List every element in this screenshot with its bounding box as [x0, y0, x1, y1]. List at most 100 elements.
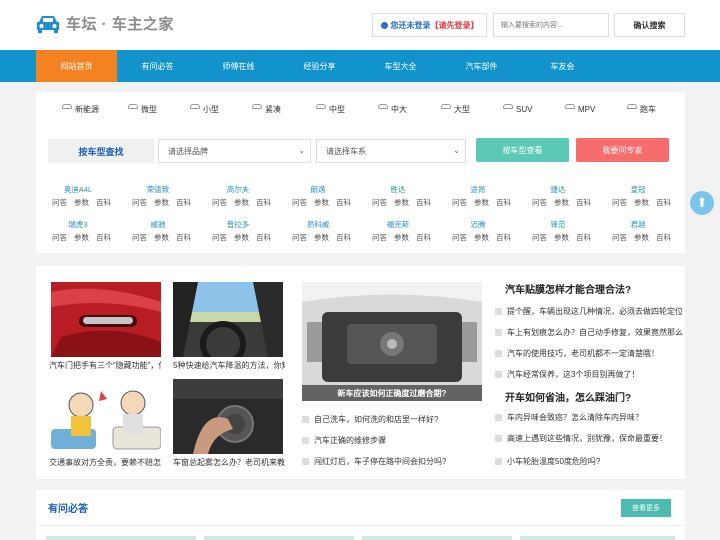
list-item-link[interactable]: 闯红灯后，车子停在路中间会扣分吗?: [314, 456, 446, 467]
brand-wiki-link[interactable]: 百科: [176, 197, 191, 208]
query-by-model-button[interactable]: 按车型查看: [476, 138, 569, 162]
brand-params-link[interactable]: 参数: [394, 197, 409, 208]
type-small[interactable]: 小型: [190, 98, 219, 120]
brand-qa-link[interactable]: 问答: [452, 232, 467, 243]
article-thumbnail[interactable]: [51, 379, 161, 454]
brand-qa-link[interactable]: 问答: [612, 232, 627, 243]
search-button[interactable]: 确认搜索: [614, 13, 685, 37]
list-item[interactable]: 高速上遇到这些情况，别犹豫，保命最重要！: [495, 433, 667, 444]
brand-qa-link[interactable]: 问答: [532, 232, 547, 243]
brand-wiki-link[interactable]: 百科: [96, 197, 111, 208]
article-title-link[interactable]: 交通事故对方全责，要赖不赔怎么办: [49, 457, 161, 468]
site-logo[interactable]: 车坛 · 车主之家: [36, 13, 174, 34]
brand-params-link[interactable]: 参数: [474, 232, 489, 243]
brand-wiki-link[interactable]: 百科: [496, 197, 511, 208]
list-item-link[interactable]: 小车轮胎温度50度危险吗?: [507, 456, 600, 467]
article-thumbnail[interactable]: [173, 282, 283, 357]
brand-name-link[interactable]: 昂科威: [288, 219, 348, 230]
brand-qa-link[interactable]: 问答: [452, 197, 467, 208]
list-item-link[interactable]: 提个醒，车辆出现这几种情况，必须去做四轮定位: [507, 306, 683, 317]
brand-wiki-link[interactable]: 百科: [336, 197, 351, 208]
nav-experience[interactable]: 经验分享: [279, 50, 360, 82]
type-mpv[interactable]: MPV: [565, 98, 595, 120]
brand-wiki-link[interactable]: 百科: [336, 232, 351, 243]
brand-wiki-link[interactable]: 百科: [416, 197, 431, 208]
list-item[interactable]: 闯红灯后，车子停在路中间会扣分吗?: [302, 456, 446, 467]
list-item-link[interactable]: 汽车经常保养，这3个项目别再做了！: [507, 369, 639, 380]
brand-qa-link[interactable]: 问答: [532, 197, 547, 208]
qa-card[interactable]: [204, 536, 354, 540]
list-item[interactable]: 小车轮胎温度50度危险吗?: [495, 456, 600, 467]
nav-qa[interactable]: 有问必答: [117, 50, 198, 82]
qa-card[interactable]: [46, 536, 196, 540]
nav-club[interactable]: 车友会: [522, 50, 603, 82]
brand-name-link[interactable]: 朗逸: [288, 184, 348, 195]
login-link[interactable]: 【请先登录】: [431, 20, 479, 31]
article-thumbnail[interactable]: [51, 282, 161, 357]
brand-params-link[interactable]: 参数: [634, 232, 649, 243]
brand-params-link[interactable]: 参数: [154, 232, 169, 243]
list-item[interactable]: 汽车正确的维修步骤: [302, 435, 386, 446]
nav-home[interactable]: 网站首页: [36, 50, 117, 82]
list-item[interactable]: 汽车经常保养，这3个项目别再做了！: [495, 369, 639, 380]
type-mid-large[interactable]: 中大: [378, 98, 407, 120]
article-title-link[interactable]: 5种快速给汽车降温的方法，你知道几种: [173, 360, 285, 371]
brand-name-link[interactable]: 迈腾: [448, 219, 508, 230]
brand-select[interactable]: 请选择品牌 ⌄: [158, 139, 311, 163]
brand-wiki-link[interactable]: 百科: [416, 232, 431, 243]
type-mid[interactable]: 中型: [316, 98, 345, 120]
login-box[interactable]: 您还未登录 【请先登录】: [372, 13, 487, 37]
section-title[interactable]: 开车如何省油，怎么踩油门?: [505, 389, 631, 404]
brand-wiki-link[interactable]: 百科: [496, 232, 511, 243]
brand-params-link[interactable]: 参数: [634, 197, 649, 208]
qa-card[interactable]: [362, 536, 512, 540]
brand-params-link[interactable]: 参数: [554, 197, 569, 208]
nav-masters[interactable]: 师傅在线: [198, 50, 279, 82]
list-item[interactable]: 车上有划痕怎么办？自己动手修复，效果竟然那么: [495, 327, 683, 338]
brand-params-link[interactable]: 参数: [74, 232, 89, 243]
brand-params-link[interactable]: 参数: [234, 197, 249, 208]
featured-article-caption[interactable]: 新车应该如何正确度过磨合期?: [302, 385, 482, 401]
brand-qa-link[interactable]: 问答: [292, 197, 307, 208]
type-large[interactable]: 大型: [441, 98, 470, 120]
featured-article-image[interactable]: [302, 282, 482, 401]
brand-qa-link[interactable]: 问答: [372, 232, 387, 243]
brand-wiki-link[interactable]: 百科: [256, 232, 271, 243]
brand-name-link[interactable]: 胜达: [368, 184, 428, 195]
qa-card[interactable]: [520, 536, 675, 540]
brand-name-link[interactable]: 君越: [608, 219, 668, 230]
brand-params-link[interactable]: 参数: [74, 197, 89, 208]
view-more-button[interactable]: 查看更多: [621, 499, 671, 517]
brand-qa-link[interactable]: 问答: [212, 197, 227, 208]
brand-params-link[interactable]: 参数: [554, 232, 569, 243]
list-item-link[interactable]: 车上有划痕怎么办？自己动手修复，效果竟然那么: [507, 327, 683, 338]
brand-wiki-link[interactable]: 百科: [576, 232, 591, 243]
list-item-link[interactable]: 汽车的使用技巧，老司机都不一定清楚哦！: [507, 348, 659, 359]
type-compact[interactable]: 紧凑: [252, 98, 281, 120]
brand-params-link[interactable]: 参数: [474, 197, 489, 208]
brand-wiki-link[interactable]: 百科: [656, 197, 671, 208]
brand-name-link[interactable]: 途昂: [448, 184, 508, 195]
brand-name-link[interactable]: 荣德致: [128, 184, 188, 195]
type-suv[interactable]: SUV: [503, 98, 532, 120]
section-title[interactable]: 汽车贴膜怎样才能合理合法?: [505, 281, 631, 296]
nav-models[interactable]: 车型大全: [360, 50, 441, 82]
brand-qa-link[interactable]: 问答: [212, 232, 227, 243]
brand-name-link[interactable]: 锋范: [528, 219, 588, 230]
brand-params-link[interactable]: 参数: [154, 197, 169, 208]
brand-name-link[interactable]: 威驰: [128, 219, 188, 230]
brand-wiki-link[interactable]: 百科: [256, 197, 271, 208]
list-item[interactable]: 汽车的使用技巧，老司机都不一定清楚哦！: [495, 348, 659, 359]
article-title-link[interactable]: 汽车门把手有三个“隐藏功能”，你知道吗: [49, 360, 161, 371]
list-item-link[interactable]: 高速上遇到这些情况，别犹豫，保命最重要！: [507, 433, 667, 444]
ask-expert-button[interactable]: 我要问专家: [576, 138, 669, 162]
brand-wiki-link[interactable]: 百科: [96, 232, 111, 243]
brand-name-link[interactable]: 瑞虎3: [48, 219, 108, 230]
brand-wiki-link[interactable]: 百科: [576, 197, 591, 208]
brand-wiki-link[interactable]: 百科: [656, 232, 671, 243]
brand-name-link[interactable]: 福克斯: [368, 219, 428, 230]
brand-name-link[interactable]: 奥迪A4L: [48, 184, 108, 195]
list-item-link[interactable]: 汽车正确的维修步骤: [314, 435, 386, 446]
type-mini[interactable]: 微型: [128, 98, 157, 120]
article-thumbnail[interactable]: [173, 379, 283, 454]
